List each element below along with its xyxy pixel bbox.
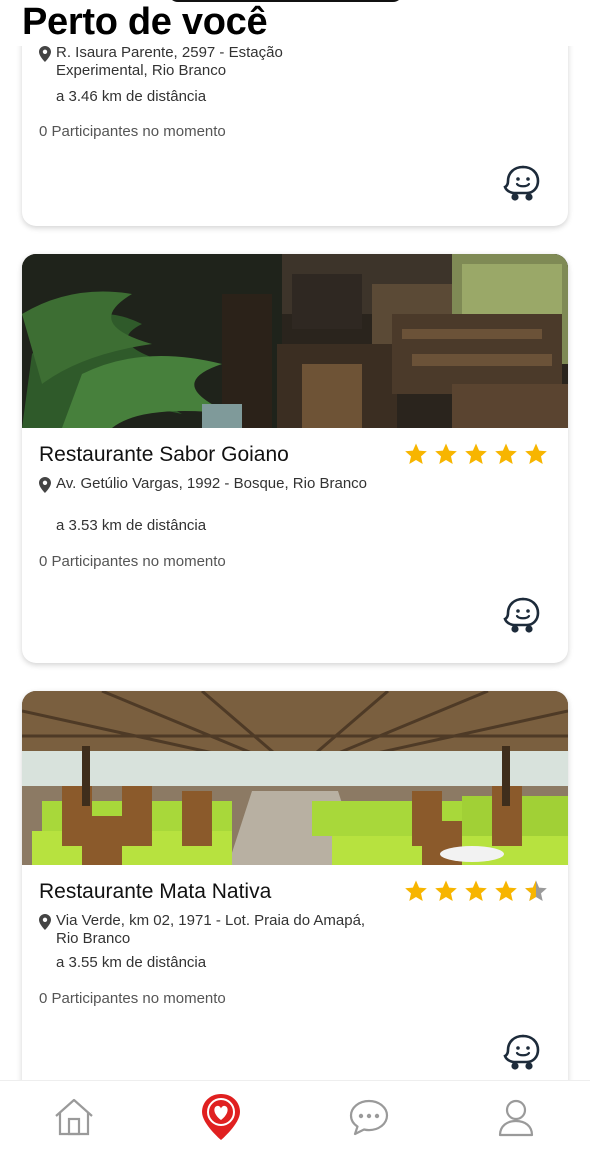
page-title: Perto de você	[22, 1, 268, 43]
map-pin-icon	[39, 46, 51, 62]
tab-chat[interactable]	[339, 1087, 399, 1147]
tab-home[interactable]	[44, 1087, 104, 1147]
star-icon	[405, 880, 427, 901]
tab-nearby[interactable]	[191, 1087, 251, 1147]
participants-count: 0 Participantes no momento	[39, 990, 226, 1007]
map-pin-icon	[39, 914, 51, 930]
star-icon	[405, 443, 427, 464]
star-icon	[465, 443, 487, 464]
waze-icon[interactable]	[502, 1033, 544, 1073]
star-icon	[435, 880, 457, 901]
restaurant-address: Av. Getúlio Vargas, 1992 - Bosque, Rio B…	[56, 475, 368, 492]
restaurant-list[interactable]: R. Isaura Parente, 2597 - Estação Experi…	[0, 46, 590, 1080]
restaurant-address: Via Verde, km 02, 1971 - Lot. Praia do A…	[56, 912, 366, 947]
restaurant-card[interactable]: R. Isaura Parente, 2597 - Estação Experi…	[22, 46, 568, 226]
address-row: Av. Getúlio Vargas, 1992 - Bosque, Rio B…	[39, 475, 369, 493]
chat-bubble-icon	[349, 1099, 388, 1136]
map-pin-icon	[39, 477, 51, 493]
restaurant-name: Restaurante Mata Nativa	[39, 880, 272, 903]
participants-count: 0 Participantes no momento	[39, 553, 226, 570]
waze-icon[interactable]	[502, 164, 544, 204]
restaurant-photo	[22, 691, 568, 865]
restaurant-distance: a 3.55 km de distância	[56, 954, 207, 971]
star-icon	[435, 443, 457, 464]
location-heart-icon	[202, 1094, 241, 1140]
restaurant-distance: a 3.53 km de distância	[56, 517, 207, 534]
restaurant-card[interactable]: Restaurante Sabor Goiano Av. Getúlio Var…	[22, 254, 568, 663]
star-icon	[495, 880, 517, 901]
address-row: Via Verde, km 02, 1971 - Lot. Praia do A…	[39, 912, 369, 948]
nearby-screen: R. Isaura Parente, 2597 - Estação Experi…	[0, 0, 590, 1163]
header: Perto de você	[0, 0, 590, 46]
restaurant-address: R. Isaura Parente, 2597 - Estação Experi…	[56, 46, 283, 79]
rating-stars	[404, 442, 548, 466]
tab-profile[interactable]	[486, 1087, 546, 1147]
rating-stars	[404, 879, 548, 903]
star-icon	[495, 443, 517, 464]
star-half-icon	[525, 880, 547, 901]
star-icon	[465, 880, 487, 901]
restaurant-photo	[22, 254, 568, 428]
restaurant-name: Restaurante Sabor Goiano	[39, 443, 289, 466]
restaurant-distance: a 3.46 km de distância	[56, 88, 207, 105]
participants-count: 0 Participantes no momento	[39, 123, 226, 140]
waze-icon[interactable]	[502, 596, 544, 636]
home-icon	[55, 1098, 93, 1136]
user-icon	[499, 1099, 534, 1137]
bottom-tab-bar	[0, 1080, 590, 1163]
restaurant-card[interactable]: Restaurante Mata Nativa Via Verde, km 02…	[22, 691, 568, 1080]
address-row: R. Isaura Parente, 2597 - Estação Experi…	[39, 46, 369, 80]
star-icon	[525, 443, 547, 464]
